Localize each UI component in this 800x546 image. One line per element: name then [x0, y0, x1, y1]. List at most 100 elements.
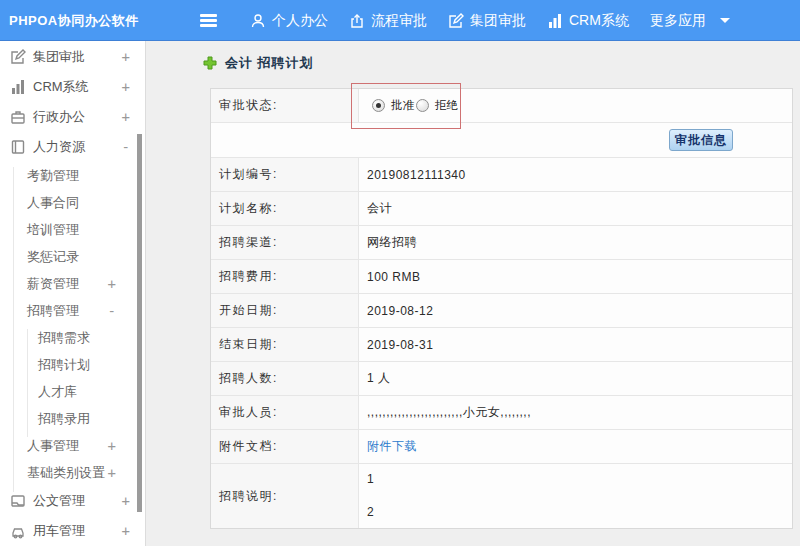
- sidebar-item-label: 薪资管理: [27, 275, 79, 293]
- sidebar-item[interactable]: 基础类别设置 +: [0, 459, 145, 486]
- top-menu-item[interactable]: CRM系统: [547, 12, 629, 30]
- field-value: 会计: [359, 192, 792, 225]
- field-value: 附件下载: [359, 430, 792, 463]
- sidebar-item[interactable]: CRM系统 +: [0, 72, 145, 102]
- status-row: 审批状态: 批准 拒绝: [211, 89, 792, 123]
- sidebar-scrollbar[interactable]: [137, 134, 142, 512]
- top-menu-item[interactable]: 集团审批: [448, 12, 526, 30]
- bar-chart-icon: [10, 79, 26, 95]
- expand-toggle[interactable]: +: [122, 49, 130, 65]
- topbar: PHPOA协同办公软件 个人办公 流程审批 集团审批 C: [0, 0, 800, 41]
- sidebar-item-label: 招聘录用: [38, 410, 90, 428]
- expand-toggle[interactable]: -: [122, 139, 130, 155]
- expand-toggle[interactable]: -: [108, 303, 116, 319]
- sidebar-item-label: 用车管理: [33, 522, 85, 540]
- sidebar-item[interactable]: 公文管理 +: [0, 486, 145, 516]
- sidebar-item-label: 招聘需求: [38, 329, 90, 347]
- field-value: 100 RMB: [359, 260, 792, 293]
- sidebar-item[interactable]: 集团审批 +: [0, 42, 145, 72]
- briefcase-icon: [10, 109, 26, 125]
- top-menu: 个人办公 流程审批 集团审批 CRM系统: [200, 0, 751, 41]
- field-label: 招聘渠道:: [211, 226, 359, 259]
- sidebar-item[interactable]: 考勤管理: [0, 162, 145, 189]
- radio-label: 拒绝: [435, 98, 458, 113]
- form-row: 招聘渠道: 网络招聘: [211, 226, 792, 260]
- sidebar-item-label: 行政办公: [33, 108, 85, 126]
- sidebar-item[interactable]: 招聘录用: [0, 405, 145, 432]
- expand-toggle[interactable]: +: [108, 465, 116, 481]
- sidebar-item-label: 集团审批: [33, 48, 85, 66]
- sidebar-item-label: 人事管理: [27, 437, 79, 455]
- top-menu-item[interactable]: 更多应用: [650, 12, 730, 30]
- hamburger-icon[interactable]: [200, 12, 217, 30]
- sidebar-item[interactable]: 人事管理 +: [0, 432, 145, 459]
- sidebar-item[interactable]: 培训管理: [0, 216, 145, 243]
- field-label: 审批状态:: [211, 89, 359, 122]
- sidebar-item-label: 招聘计划: [38, 356, 90, 374]
- page-header: 会计 招聘计划: [203, 54, 314, 72]
- sidebar-item[interactable]: 行政办公 +: [0, 102, 145, 132]
- expand-toggle[interactable]: +: [108, 276, 116, 292]
- sidebar: 集团审批 + CRM系统 + 行政办公 + 人力资源 -: [0, 41, 145, 546]
- field-value: 网络招聘: [359, 226, 792, 259]
- form-row: 审批人员: ,,,,,,,,,,,,,,,,,,,,,,,,,小元女,,,,,,…: [211, 396, 792, 430]
- description-line: 1: [367, 463, 374, 496]
- expand-toggle[interactable]: +: [122, 79, 130, 95]
- expand-toggle[interactable]: +: [122, 109, 130, 125]
- sidebar-item[interactable]: 招聘需求: [0, 324, 145, 351]
- top-menu-label: 更多应用: [650, 12, 706, 30]
- field-label: 审批人员:: [211, 396, 359, 429]
- form-row: 计划名称: 会计: [211, 192, 792, 226]
- main-content: 会计 招聘计划 审批状态: 批准 拒绝 审批信息: [145, 41, 800, 546]
- form-row: 结束日期: 2019-08-31: [211, 328, 792, 362]
- sidebar-item-label: 人才库: [38, 383, 77, 401]
- sidebar-item[interactable]: 薪资管理 +: [0, 270, 145, 297]
- top-menu-item[interactable]: 流程审批: [349, 12, 427, 30]
- top-menu-label: 集团审批: [470, 12, 526, 30]
- sidebar-item[interactable]: 招聘管理 -: [0, 297, 145, 324]
- edit-square-icon: [10, 49, 26, 65]
- sidebar-item-label: 人力资源: [33, 138, 85, 156]
- page-title: 会计 招聘计划: [225, 54, 314, 72]
- sidebar-item[interactable]: 招聘计划: [0, 351, 145, 378]
- sidebar-item-label: 人事合同: [27, 194, 79, 212]
- expand-toggle[interactable]: +: [122, 523, 130, 539]
- sidebar-item-label: 考勤管理: [27, 167, 79, 185]
- book-icon: [10, 139, 26, 155]
- field-label: 结束日期:: [211, 328, 359, 361]
- approval-info-button[interactable]: 审批信息: [669, 129, 733, 151]
- field-label: 计划名称:: [211, 192, 359, 225]
- expand-toggle[interactable]: +: [122, 493, 130, 509]
- sidebar-item[interactable]: 人力资源 -: [0, 132, 145, 162]
- bar-chart-icon: [547, 13, 563, 29]
- description-line: 2: [367, 496, 374, 529]
- status-options: 批准 拒绝: [359, 89, 792, 122]
- button-row: 审批信息: [211, 123, 792, 158]
- field-value: 1 2: [359, 464, 792, 528]
- tree-guide-line: [13, 167, 14, 492]
- form-row: 附件文档: 附件下载: [211, 430, 792, 464]
- top-menu-item[interactable]: 个人办公: [250, 12, 328, 30]
- field-label: 附件文档:: [211, 430, 359, 463]
- person-icon: [250, 13, 266, 29]
- sidebar-item[interactable]: 用车管理 +: [0, 516, 145, 546]
- approval-form: 审批状态: 批准 拒绝 审批信息 计划编号:: [210, 88, 793, 529]
- chevron-down-icon: [720, 18, 730, 23]
- form-row: 招聘费用: 100 RMB: [211, 260, 792, 294]
- edit-square-icon: [448, 13, 464, 29]
- expand-toggle[interactable]: +: [108, 438, 116, 454]
- radio-option: 批准: [367, 98, 411, 113]
- top-menu-label: 流程审批: [371, 12, 427, 30]
- car-icon: [10, 523, 26, 539]
- radio-option: 拒绝: [411, 98, 455, 113]
- form-row: 招聘人数: 1 人: [211, 362, 792, 396]
- field-value: 20190812111340: [359, 158, 792, 191]
- radio-button[interactable]: [372, 99, 385, 112]
- sidebar-item-label: 培训管理: [27, 221, 79, 239]
- sidebar-item[interactable]: 人事合同: [0, 189, 145, 216]
- app-logo[interactable]: PHPOA协同办公软件: [9, 0, 139, 41]
- sidebar-item[interactable]: 奖惩记录: [0, 243, 145, 270]
- tree-guide-line: [27, 329, 28, 437]
- radio-button[interactable]: [416, 99, 429, 112]
- sidebar-item[interactable]: 人才库: [0, 378, 145, 405]
